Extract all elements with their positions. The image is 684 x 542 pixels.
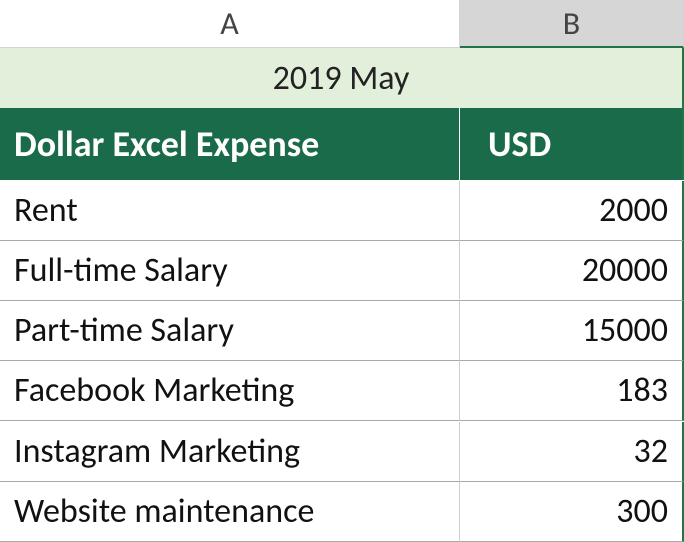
cell-value[interactable]: 300 [460,482,684,542]
cell-label[interactable]: Rent [0,181,460,241]
cell-value[interactable]: 32 [460,422,684,482]
title-cell[interactable]: 2019 May [0,48,684,108]
column-header-b[interactable]: B [460,0,684,48]
cell-value[interactable]: 20000 [460,241,684,301]
cell-value[interactable]: 2000 [460,181,684,241]
cell-label[interactable]: Instagram Marketing [0,422,460,482]
cell-label[interactable]: Website maintenance [0,482,460,542]
spreadsheet: A B 2019 May Dollar Excel Expense USD Re… [0,0,684,542]
cell-label[interactable]: Part-time Salary [0,301,460,361]
header-value-cell[interactable]: USD [460,108,684,180]
column-header-a[interactable]: A [0,0,460,48]
cell-label[interactable]: Facebook Marketing [0,361,460,421]
cell-value[interactable]: 15000 [460,301,684,361]
cell-value[interactable]: 183 [460,361,684,421]
cell-label[interactable]: Full-time Salary [0,241,460,301]
header-label-cell[interactable]: Dollar Excel Expense [0,108,460,180]
